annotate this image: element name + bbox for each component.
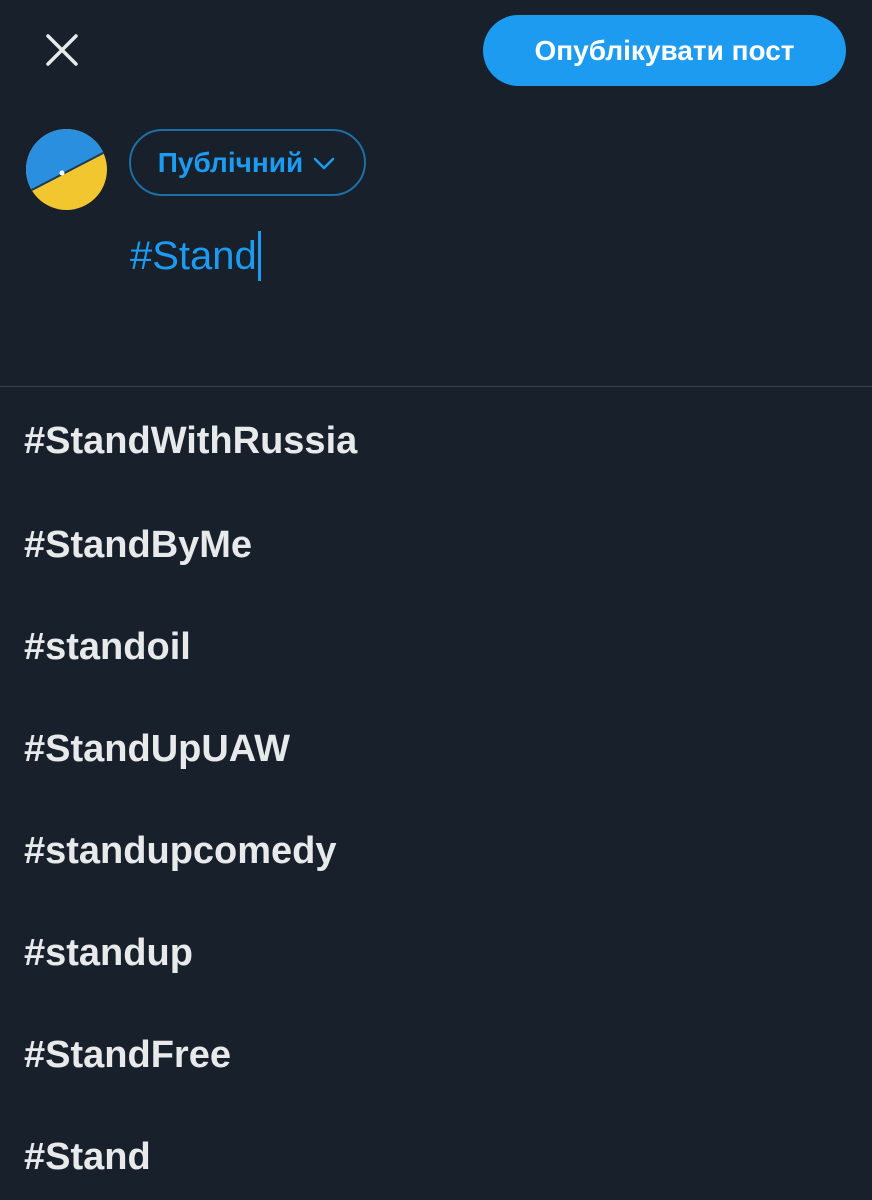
ukraine-flag-avatar	[26, 129, 107, 210]
chevron-down-icon	[313, 157, 335, 169]
hashtag-suggestion[interactable]: #StandByMe	[0, 494, 872, 596]
close-icon	[46, 34, 78, 66]
audience-label: Публічний	[157, 146, 304, 178]
post-text: #Stand	[130, 233, 257, 278]
close-button[interactable]	[36, 24, 88, 76]
audience-selector[interactable]: Публічний	[129, 129, 366, 196]
hashtag-suggestion[interactable]: #StandWithRussia	[0, 388, 872, 494]
hashtag-suggestions-list: #StandWithRussia #StandByMe #standoil #S…	[0, 388, 872, 1200]
text-cursor	[257, 231, 261, 281]
compose-post-screen: Опублікувати пост Публічний #Stand #Stan…	[0, 0, 872, 1200]
hashtag-suggestion[interactable]: #StandUpUAW	[0, 698, 872, 800]
hashtag-suggestion[interactable]: #Stand	[0, 1106, 872, 1200]
post-text-input[interactable]: #Stand	[130, 228, 261, 284]
hashtag-suggestion[interactable]: #StandFree	[0, 1004, 872, 1106]
hashtag-suggestion[interactable]: #standoil	[0, 596, 872, 698]
publish-post-button[interactable]: Опублікувати пост	[483, 15, 846, 86]
divider	[0, 386, 872, 387]
avatar[interactable]	[26, 129, 107, 210]
hashtag-suggestion[interactable]: #standup	[0, 902, 872, 1004]
hashtag-suggestion[interactable]: #standupcomedy	[0, 800, 872, 902]
